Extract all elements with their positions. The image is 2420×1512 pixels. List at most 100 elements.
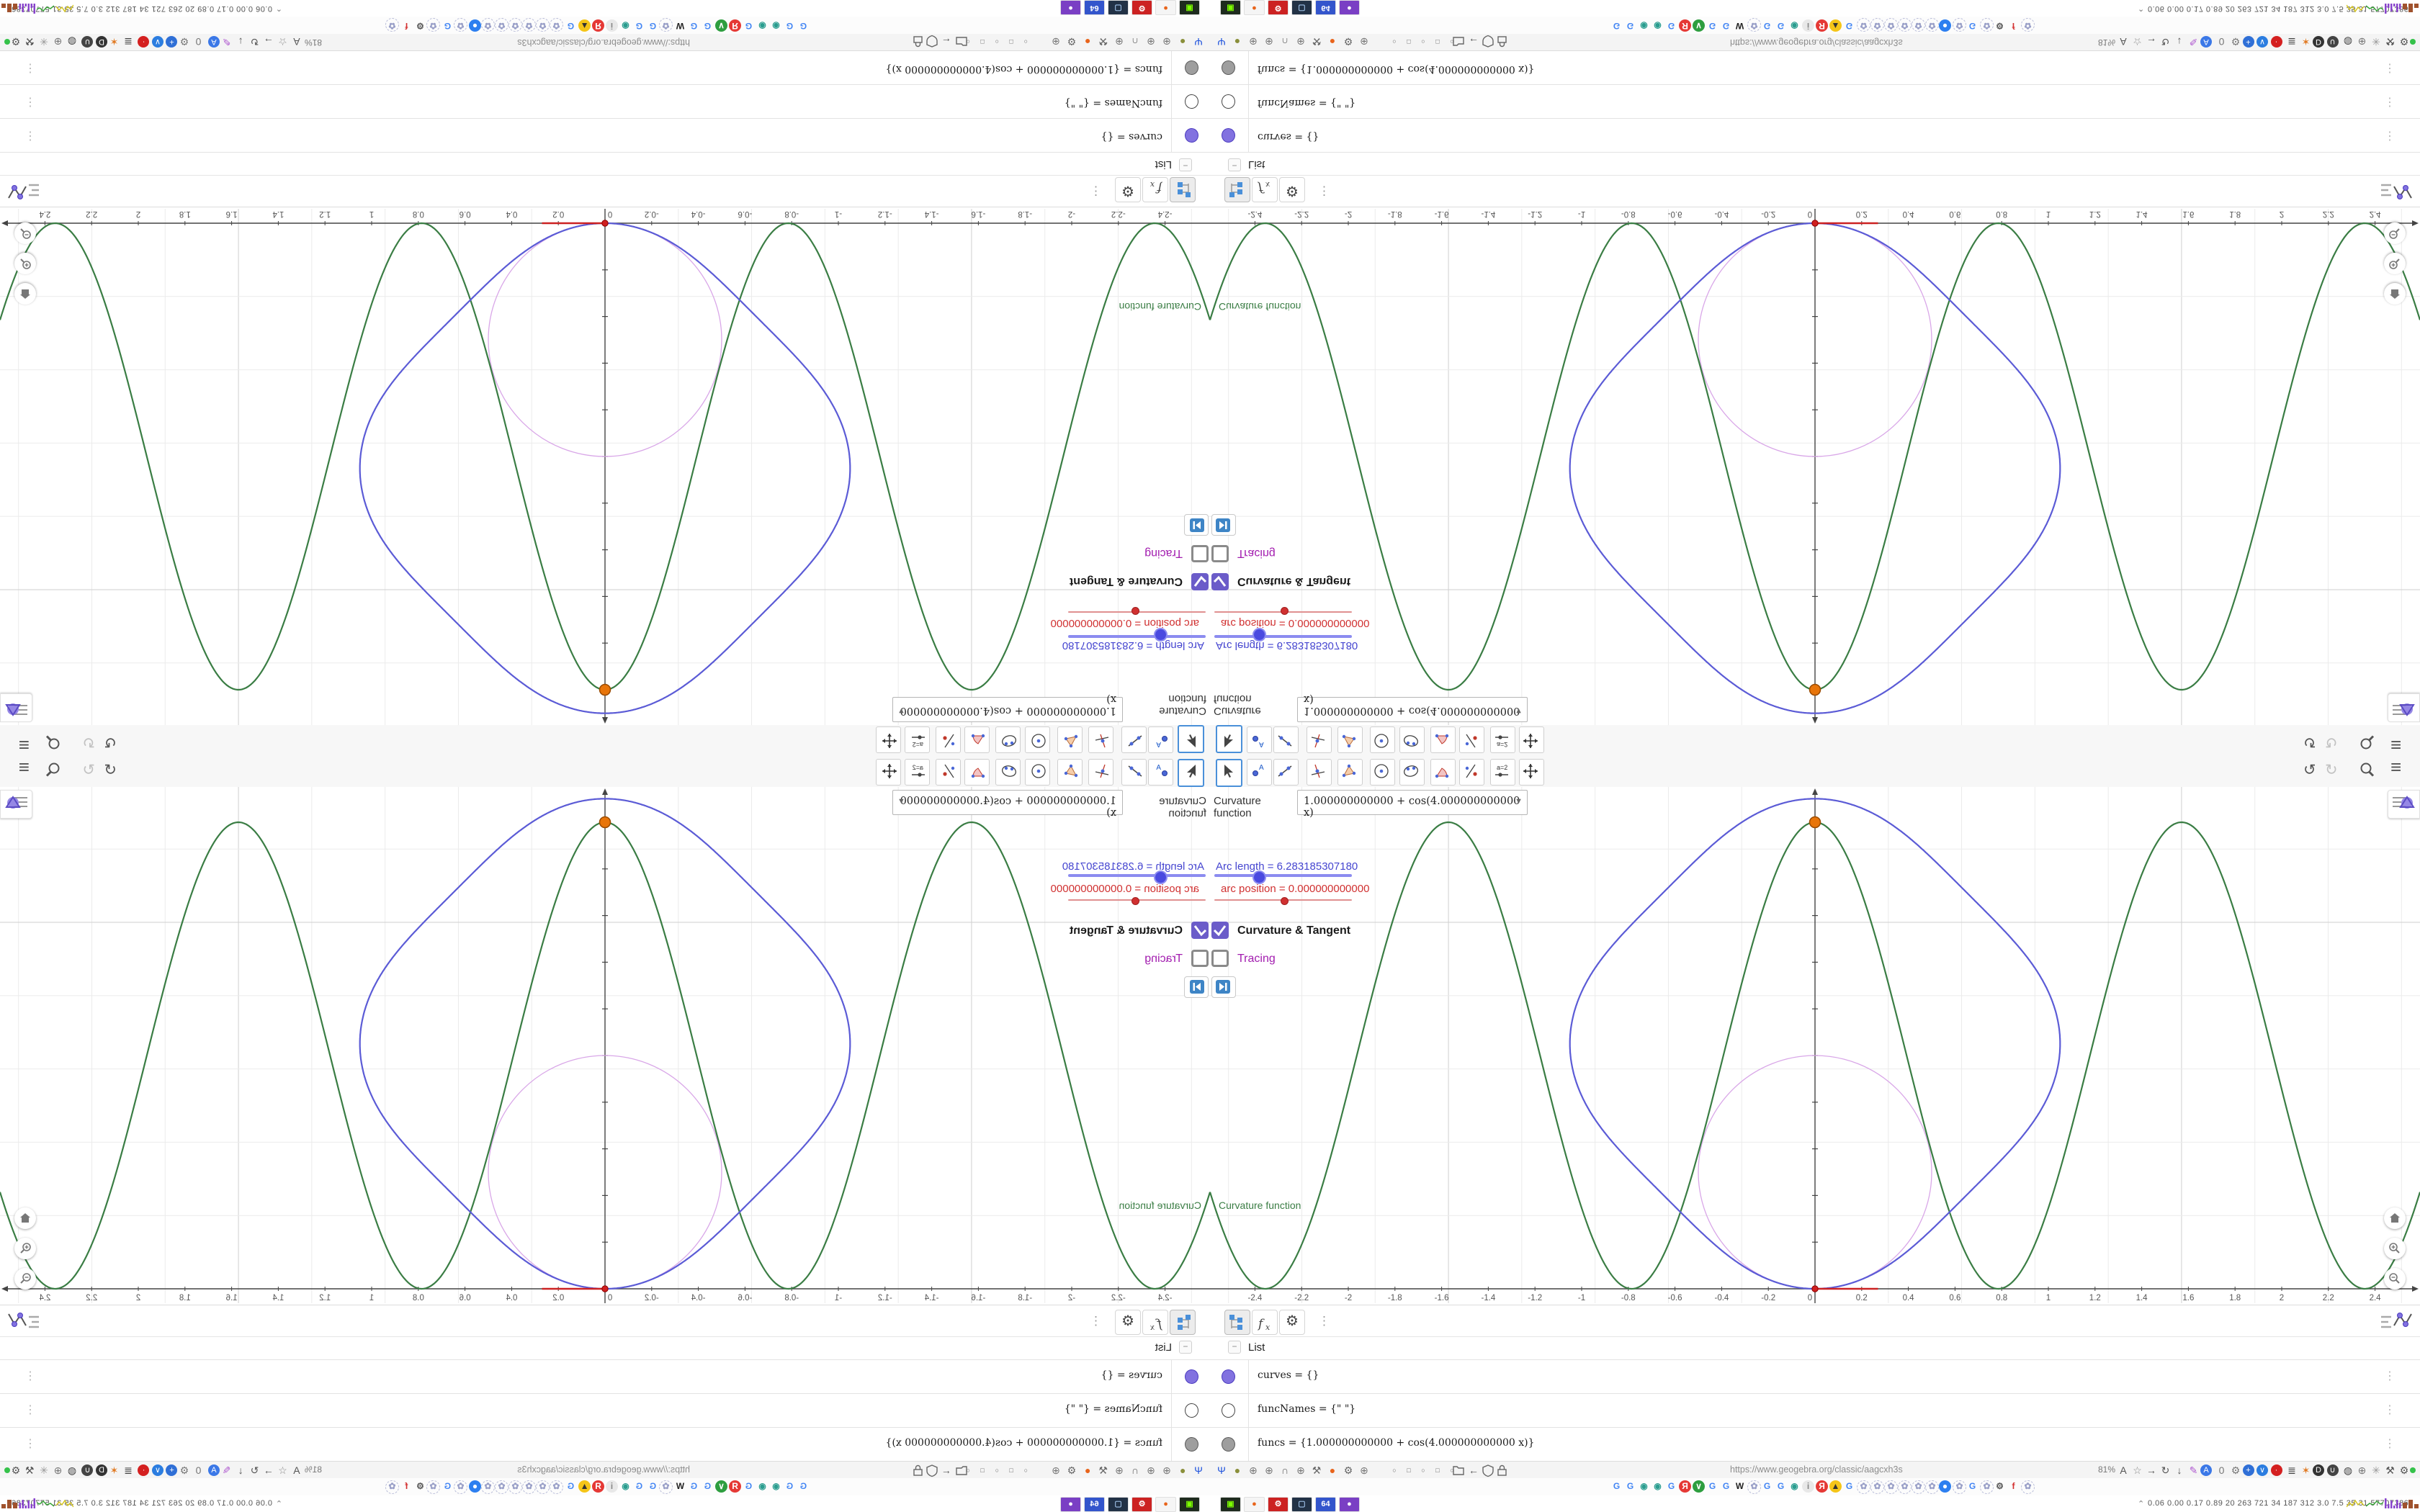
ghost-app-icon[interactable]: ● xyxy=(1339,0,1360,15)
gear-icon[interactable]: ⚙ xyxy=(1065,35,1079,49)
page-zoom-level[interactable]: 81% xyxy=(305,37,322,48)
olive-circle-icon[interactable]: ● xyxy=(1230,1463,1245,1477)
plus-icon[interactable]: + xyxy=(2242,1464,2254,1476)
floppy-app-icon[interactable]: 64 xyxy=(1315,0,1336,15)
curvature-function-input[interactable]: 1.000000000000 + cos(4.000000000000 x) ▼ xyxy=(892,790,1123,819)
red-badge-icon[interactable]: · xyxy=(138,1464,150,1476)
tiny-icon[interactable]: □ xyxy=(1004,35,1018,49)
tool-perpendicular-line[interactable] xyxy=(1088,759,1113,786)
algebra-row[interactable]: funcs = {1.000000000000 + cos(4.00000000… xyxy=(0,1427,1210,1461)
browser-tab-favicon[interactable]: ✿ xyxy=(385,18,399,32)
browser-tab-favicon[interactable]: ✿ xyxy=(1747,18,1761,32)
graphics-stylebar-toggle[interactable] xyxy=(0,693,32,722)
browser-tab-favicon[interactable]: G xyxy=(1761,19,1773,32)
show-functions-button[interactable]: f x xyxy=(1142,1310,1168,1335)
oval-icon[interactable]: 0 xyxy=(2215,35,2229,49)
tool-line[interactable] xyxy=(1121,759,1147,786)
browser-tab-favicon[interactable]: ✿ xyxy=(1953,18,1966,32)
arc-length-slider[interactable] xyxy=(1068,874,1206,877)
floppy-app-icon[interactable]: 64 xyxy=(1084,1497,1105,1512)
share-globe-icon[interactable]: ✶ xyxy=(2299,1463,2313,1477)
arc-position-slider-knob[interactable] xyxy=(1280,607,1289,616)
tool-perpendicular-line[interactable] xyxy=(1307,726,1332,753)
algebra-row[interactable]: curves = {} ⋮ xyxy=(1210,119,2420,153)
gear-icon[interactable]: ⚙ xyxy=(1341,1463,1355,1477)
bookmark-star-icon[interactable]: ☆ xyxy=(2130,1463,2145,1477)
wrench-icon[interactable]: ⚒ xyxy=(2383,35,2398,49)
tuner-icon[interactable]: Ψ xyxy=(1191,35,1206,49)
tool-polygon[interactable] xyxy=(1337,759,1363,786)
sort-by-type-button[interactable] xyxy=(1170,177,1196,202)
wrench-icon[interactable]: ⚒ xyxy=(1309,1463,1324,1477)
skip-button[interactable] xyxy=(1184,976,1209,998)
tiny-icon[interactable]: ○ xyxy=(990,1463,1004,1477)
show-functions-button[interactable]: f x xyxy=(1252,1310,1278,1335)
browser-tab-favicon[interactable]: Я xyxy=(1816,19,1828,32)
bookmark-star-icon[interactable]: ☆ xyxy=(276,1463,290,1477)
arc-position-slider-knob[interactable] xyxy=(1131,896,1140,905)
globe-icon[interactable]: ⊕ xyxy=(1294,1463,1308,1477)
browser-tab-favicon[interactable]: Я xyxy=(1816,1480,1828,1493)
arc-length-slider[interactable] xyxy=(1068,635,1206,638)
undo-button[interactable]: ↺ xyxy=(2303,762,2316,779)
browser-tab-favicon[interactable]: G xyxy=(1624,19,1636,32)
browser-tab-favicon[interactable]: ✿ xyxy=(550,1480,563,1494)
browser-tab-favicon[interactable]: ✿ xyxy=(454,1480,467,1494)
browser-tab-favicon[interactable]: G xyxy=(743,19,755,32)
back-icon[interactable]: ← xyxy=(939,35,954,49)
tiny-icon[interactable]: □ xyxy=(1430,1463,1445,1477)
translate-blue-icon[interactable]: A xyxy=(2200,1464,2212,1476)
olive-circle-icon[interactable]: ● xyxy=(1175,35,1190,49)
pencil-icon[interactable]: ✎ xyxy=(220,1463,234,1477)
collapse-chevron-icon[interactable]: ⌃ xyxy=(2138,4,2145,13)
browser-tab-favicon[interactable]: ✿ xyxy=(2021,18,2035,32)
algebra-row[interactable]: funcNames = {" "} ⋮ xyxy=(1210,85,2420,119)
browser-tab-favicon[interactable]: ◉ xyxy=(770,19,782,32)
shield-icon[interactable]: ∪ xyxy=(81,36,94,48)
browser-tab-favicon[interactable]: G xyxy=(647,1480,659,1493)
zoom-out-button[interactable] xyxy=(2384,1268,2406,1290)
globe-icon[interactable]: ⊕ xyxy=(1144,1463,1158,1477)
shield-icon[interactable]: ∪ xyxy=(81,1464,94,1476)
firefox-app-icon[interactable]: ● xyxy=(1155,1497,1176,1512)
tiny-icon[interactable]: □ xyxy=(1430,35,1445,49)
wrench-icon[interactable]: ⚒ xyxy=(23,1463,37,1477)
browser-tab-favicon[interactable]: ✿ xyxy=(1747,1480,1761,1494)
tiny-icon[interactable]: ○ xyxy=(1445,35,1459,49)
tracing-checkbox[interactable] xyxy=(1211,950,1229,967)
globe-icon[interactable]: ⊕ xyxy=(1262,1463,1276,1477)
tiny-icon[interactable]: □ xyxy=(1402,1463,1416,1477)
algebra-panel-icon[interactable] xyxy=(2380,179,2413,201)
tool-line[interactable] xyxy=(1273,759,1299,786)
row-kebab-icon[interactable]: ⋮ xyxy=(24,1436,36,1451)
shield-icon[interactable] xyxy=(923,1464,938,1479)
red-badge-icon[interactable]: · xyxy=(2270,36,2282,48)
browser-tab-favicon[interactable]: ⚙ xyxy=(414,1480,426,1493)
tiny-icon[interactable]: ○ xyxy=(990,35,1004,49)
settings-app-icon[interactable]: ⚙ xyxy=(1131,1497,1152,1512)
tiny-icon[interactable]: □ xyxy=(975,1463,990,1477)
bookmark-star-icon[interactable]: ☆ xyxy=(2130,35,2145,49)
browser-tab-favicon[interactable]: ◉ xyxy=(1788,19,1801,32)
browser-tab-favicon[interactable]: G xyxy=(688,19,700,32)
browser-tab-favicon[interactable]: f xyxy=(400,19,413,32)
algebra-row[interactable]: curves = {} ⋮ xyxy=(1210,1359,2420,1393)
browser-tab-favicon[interactable]: ∨ xyxy=(715,19,727,32)
redo-button[interactable]: ↻ xyxy=(2325,762,2338,779)
firefox-icon[interactable]: ● xyxy=(1080,1463,1095,1477)
tiny-icon[interactable]: ○ xyxy=(961,35,975,49)
lock-icon[interactable] xyxy=(1497,33,1511,48)
translate-blue-icon[interactable]: A xyxy=(208,1464,220,1476)
collapse-chevron-icon[interactable]: ⌃ xyxy=(275,1499,282,1508)
shield-down-icon[interactable]: ∨ xyxy=(2257,36,2268,48)
browser-tab-favicon[interactable]: Я xyxy=(729,1480,741,1493)
pencil-icon[interactable]: ✎ xyxy=(2187,1463,2201,1477)
wrench-icon[interactable]: ⚒ xyxy=(1096,35,1111,49)
browser-tab-favicon[interactable]: ⚙ xyxy=(1994,1480,2006,1493)
gear-icon[interactable]: ⚙ xyxy=(9,1463,23,1477)
dark-globe-icon[interactable]: ◍ xyxy=(65,35,79,49)
tool-circle-center-point[interactable] xyxy=(1025,726,1050,753)
firefox-app-icon[interactable]: ● xyxy=(1155,0,1176,15)
more-options-kebab-icon[interactable]: ⋮ xyxy=(1318,184,1330,198)
globe-icon[interactable]: ⊕ xyxy=(1144,35,1158,49)
